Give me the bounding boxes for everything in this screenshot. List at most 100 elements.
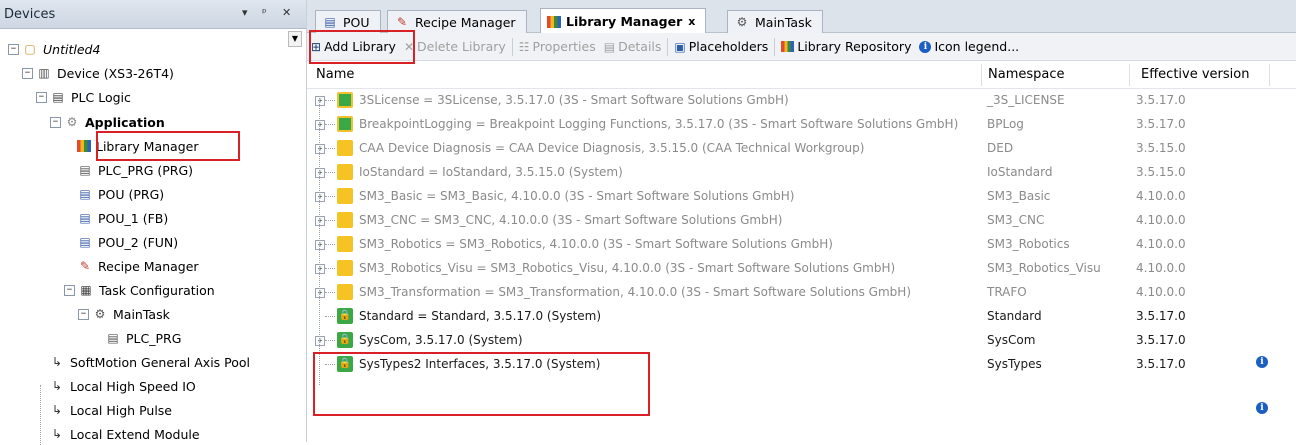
info-icon[interactable]: i <box>1256 402 1268 414</box>
tree-node[interactable]: ▤ PLC_PRG <box>92 327 181 349</box>
library-namespace: IoStandard <box>987 165 1053 179</box>
details-icon: ▤ <box>603 39 616 54</box>
tab-maintask[interactable]: ⚙ MainTask <box>727 10 823 33</box>
tree-node[interactable]: ✎ Recipe Manager <box>64 255 199 277</box>
devices-panel-header: Devices ▾ ᵖ ✕ <box>0 0 306 29</box>
library-lock-icon: 🔒 <box>337 308 353 324</box>
pou-icon: ▤ <box>79 211 91 225</box>
tree-node[interactable]: − ▦ Task Configuration <box>64 279 215 301</box>
library-repository-button[interactable]: Library Repository <box>777 36 915 58</box>
tree-node-label: Device (XS3-26T4) <box>57 65 174 81</box>
tree-node[interactable]: ↳ SoftMotion General Axis Pool <box>36 351 250 373</box>
tree-connector <box>325 292 335 294</box>
library-repository-label: Library Repository <box>797 39 912 54</box>
tree-node[interactable]: − ⚙ MainTask <box>78 303 170 325</box>
info-icon[interactable]: i <box>1256 356 1268 368</box>
column-separator[interactable] <box>1129 64 1130 86</box>
tree-node[interactable]: ▤ POU_1 (FB) <box>64 207 168 229</box>
delete-library-label: Delete Library <box>417 39 506 54</box>
tree-node[interactable]: − ▤ PLC Logic <box>36 86 131 108</box>
placeholders-button[interactable]: ▣ Placeholders <box>670 36 772 58</box>
library-name: SysCom, 3.5.17.0 (System) <box>359 333 523 347</box>
tree-node-label: Application <box>85 114 165 130</box>
library-version: 3.5.17.0 <box>1136 357 1186 371</box>
properties-button[interactable]: ☷ Properties <box>515 36 600 58</box>
tree-node[interactable]: ↳ Local High Pulse <box>36 399 172 421</box>
library-row[interactable]: + SM3_Robotics = SM3_Robotics, 4.10.0.0 (… <box>307 233 1296 257</box>
tree-connector <box>325 220 335 222</box>
delete-library-button[interactable]: ✕ Delete Library <box>400 36 510 58</box>
library-row[interactable]: + SM3_Robotics_Visu = SM3_Robotics_Visu, … <box>307 257 1296 281</box>
tree-node-label: PLC Logic <box>71 89 131 105</box>
library-icon <box>337 284 353 300</box>
collapse-toggle-icon[interactable]: − <box>50 116 61 128</box>
tree-node-label: Untitled4 <box>43 41 101 57</box>
tree-node[interactable]: − ▥ Device (XS3-26T4) <box>22 62 174 84</box>
program-call-icon: ▤ <box>107 331 119 345</box>
column-separator[interactable] <box>981 64 982 86</box>
tree-node[interactable]: − ⚙ Application <box>50 111 165 133</box>
column-header-name[interactable]: Name <box>316 67 354 82</box>
library-shield-icon <box>337 92 353 108</box>
library-version: 4.10.0.0 <box>1136 189 1186 203</box>
library-version: 3.5.17.0 <box>1136 309 1186 323</box>
plc-logic-icon: ▤ <box>52 90 64 104</box>
highlight-add-library <box>309 30 415 64</box>
device-icon: ▥ <box>38 66 50 80</box>
editor-tab-bar: ▤ POU ✎ Recipe Manager Library Manager x… <box>307 0 1296 34</box>
properties-icon: ☷ <box>518 39 530 54</box>
tree-node[interactable]: ↳ Local High Speed IO <box>36 375 196 397</box>
panel-menu-dropdown-icon[interactable]: ▾ <box>242 6 248 19</box>
library-version: 3.5.15.0 <box>1136 141 1186 155</box>
icon-legend-label: Icon legend... <box>934 39 1020 54</box>
library-name: IoStandard = IoStandard, 3.5.15.0 (Syste… <box>359 165 623 179</box>
pin-icon[interactable]: ᵖ <box>262 6 267 19</box>
library-row[interactable]: + SM3_Transformation = SM3_Transformation… <box>307 281 1296 305</box>
tree-dropdown-button[interactable]: ▼ <box>288 31 302 47</box>
task-icon: ⚙ <box>736 15 748 29</box>
library-version: 4.10.0.0 <box>1136 285 1186 299</box>
library-row[interactable]: +3SLicense = 3SLicense, 3.5.17.0 (3S - S… <box>307 89 1296 113</box>
library-row[interactable]: + IoStandard = IoStandard, 3.5.15.0 (Syst… <box>307 161 1296 185</box>
tree-node[interactable]: ▤ POU (PRG) <box>64 183 164 205</box>
column-header-namespace[interactable]: Namespace <box>988 67 1065 82</box>
tree-connector <box>325 124 335 126</box>
placeholders-label: Placeholders <box>688 39 769 54</box>
library-row[interactable]: + CAA Device Diagnosis = CAA Device Diagn… <box>307 137 1296 161</box>
collapse-toggle-icon[interactable]: − <box>78 308 89 320</box>
collapse-toggle-icon[interactable]: − <box>36 91 47 103</box>
tree-node[interactable]: ▤ PLC_PRG (PRG) <box>64 159 193 181</box>
tab-library-manager[interactable]: Library Manager x <box>540 8 707 34</box>
collapse-toggle-icon[interactable]: − <box>64 284 75 296</box>
library-version: 4.10.0.0 <box>1136 261 1186 275</box>
library-name: SM3_Robotics_Visu = SM3_Robotics_Visu, 4… <box>359 261 896 275</box>
library-namespace: SM3_CNC <box>987 213 1045 227</box>
library-icon <box>337 260 353 276</box>
library-namespace: SM3_Basic <box>987 189 1051 203</box>
column-header-effective-version[interactable]: Effective version <box>1141 67 1249 82</box>
column-separator[interactable] <box>1269 64 1270 86</box>
tree-node[interactable]: ▤ POU_2 (FUN) <box>64 231 178 253</box>
library-row[interactable]: + SM3_Basic = SM3_Basic, 4.10.0.0 (3S - S… <box>307 185 1296 209</box>
details-button[interactable]: ▤ Details <box>600 36 666 58</box>
tree-node[interactable]: − ▢ Untitled4 <box>8 38 100 60</box>
tree-node-label: Task Configuration <box>99 282 215 298</box>
collapse-toggle-icon[interactable]: − <box>8 43 19 55</box>
library-row[interactable]: + 🔒 SysCom, 3.5.17.0 (System) SysCom 3.5.17.… <box>307 329 1296 353</box>
library-toolbar: ⊞ Add Library ✕ Delete Library ☷ Propert… <box>307 33 1296 61</box>
close-panel-icon[interactable]: ✕ <box>282 6 291 19</box>
library-version: 4.10.0.0 <box>1136 213 1186 227</box>
tree-node-label: Recipe Manager <box>98 258 199 274</box>
collapse-toggle-icon[interactable]: − <box>22 67 33 79</box>
library-shield-icon <box>337 116 353 132</box>
library-row[interactable]: 🔒 Standard = Standard, 3.5.17.0 (System) S… <box>307 305 1296 329</box>
library-name: SM3_CNC = SM3_CNC, 4.10.0.0 (3S - Smart … <box>359 213 783 227</box>
icon-legend-button[interactable]: i Icon legend... <box>915 36 1023 58</box>
io-connector-icon: ↳ <box>51 403 63 417</box>
library-row[interactable]: + SM3_CNC = SM3_CNC, 4.10.0.0 (3S - Smart… <box>307 209 1296 233</box>
toolbar-separator <box>774 37 776 56</box>
close-tab-icon[interactable]: x <box>688 15 695 28</box>
library-name: SM3_Basic = SM3_Basic, 4.10.0.0 (3S - Sm… <box>359 189 795 203</box>
tab-recipe-manager-label: Recipe Manager <box>415 14 516 30</box>
library-row[interactable]: + BreakpointLogging = Breakpoint Logging … <box>307 113 1296 137</box>
